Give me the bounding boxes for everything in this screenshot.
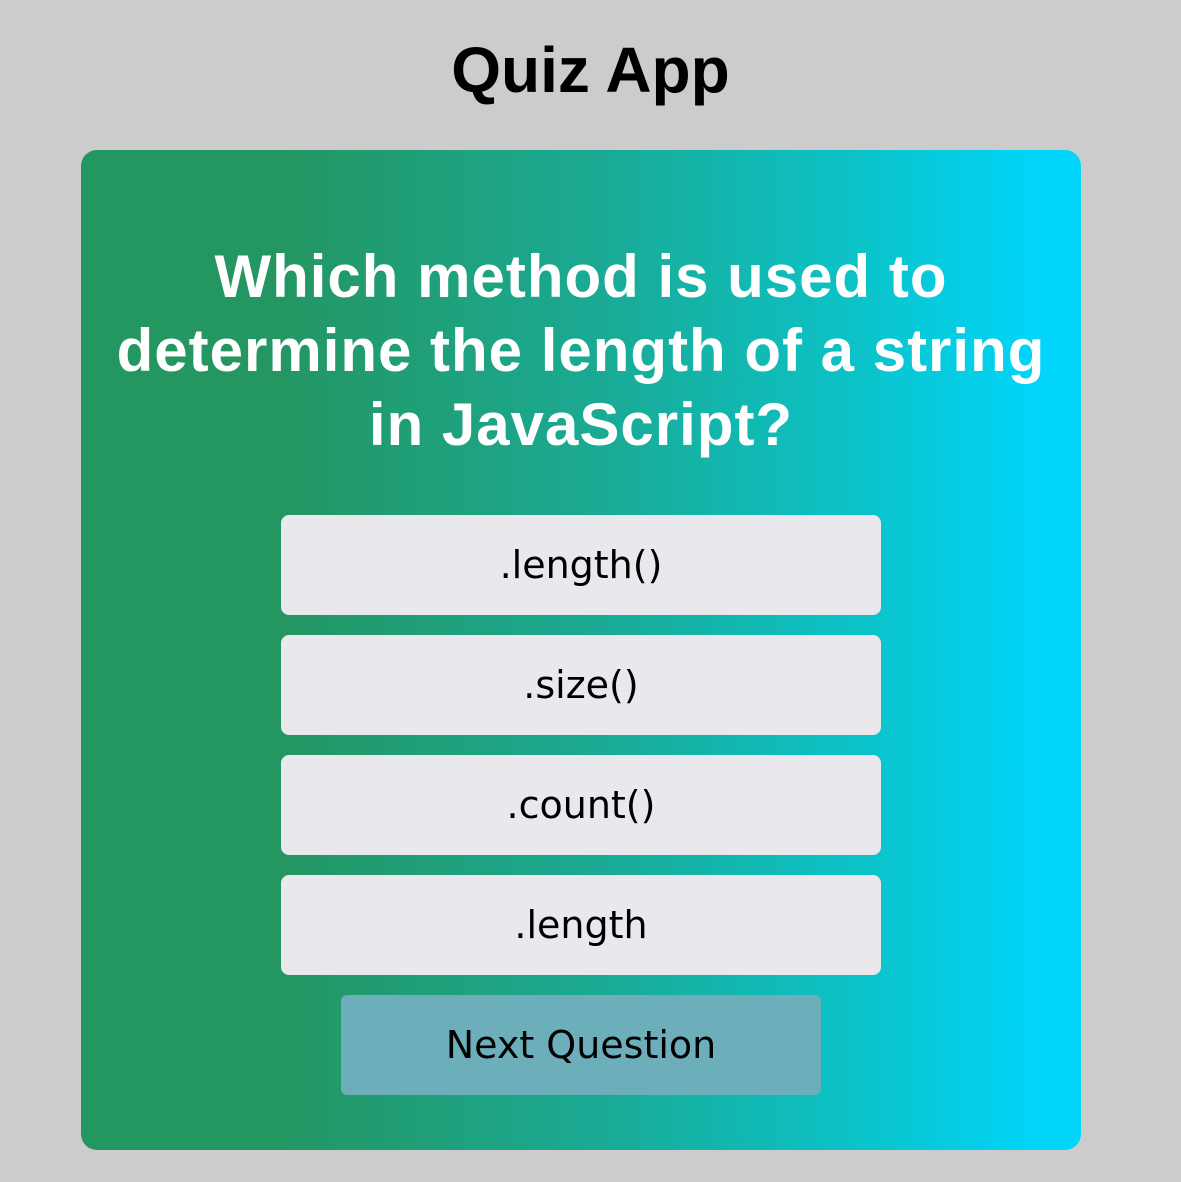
answer-button-3[interactable]: .count()	[281, 755, 881, 855]
app-title: Quiz App	[451, 34, 730, 106]
next-question-button[interactable]: Next Question	[341, 995, 821, 1095]
quiz-card: Which method is used to determine the le…	[81, 150, 1081, 1150]
question-text: Which method is used to determine the le…	[116, 243, 1046, 458]
answer-button-4[interactable]: .length	[281, 875, 881, 975]
answer-button-1[interactable]: .length()	[281, 515, 881, 615]
answer-button-2[interactable]: .size()	[281, 635, 881, 735]
answer-list: .length() .size() .count() .length	[281, 515, 881, 995]
